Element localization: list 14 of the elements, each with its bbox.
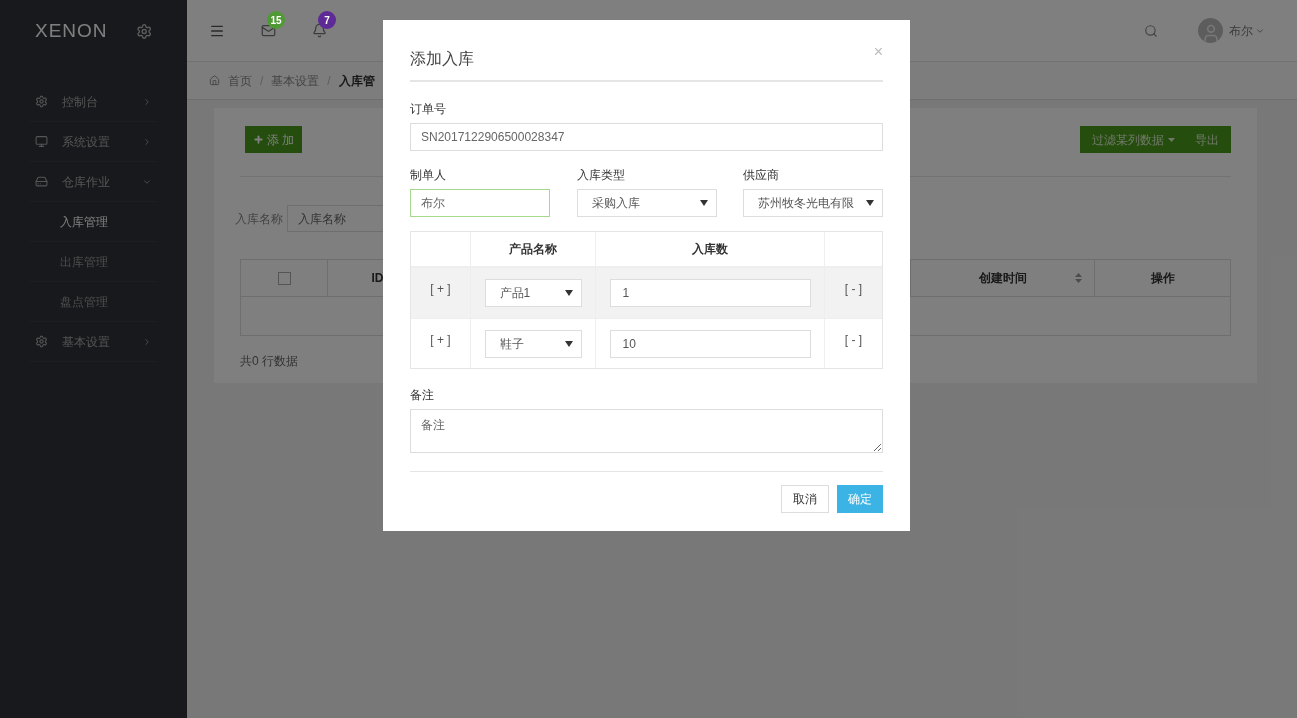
breadcrumb-separator: /: [260, 72, 264, 90]
column-header: 入库数: [692, 241, 728, 258]
breadcrumb-item: 入库管: [338, 72, 375, 90]
field-label: 备注: [410, 387, 435, 404]
count-badge: 7: [318, 11, 336, 29]
row-count: 共0 行数据: [240, 353, 299, 370]
column-header: 产品名称: [509, 241, 557, 258]
breadcrumb-separator: /: [327, 72, 331, 90]
field-label: 订单号: [410, 101, 447, 118]
field-label: 供应商: [743, 167, 780, 184]
modal-title: 添加入库: [410, 49, 474, 69]
count-badge: 15: [267, 11, 285, 29]
field-label: 制单人: [410, 167, 447, 184]
field-label: 入库类型: [576, 167, 626, 184]
